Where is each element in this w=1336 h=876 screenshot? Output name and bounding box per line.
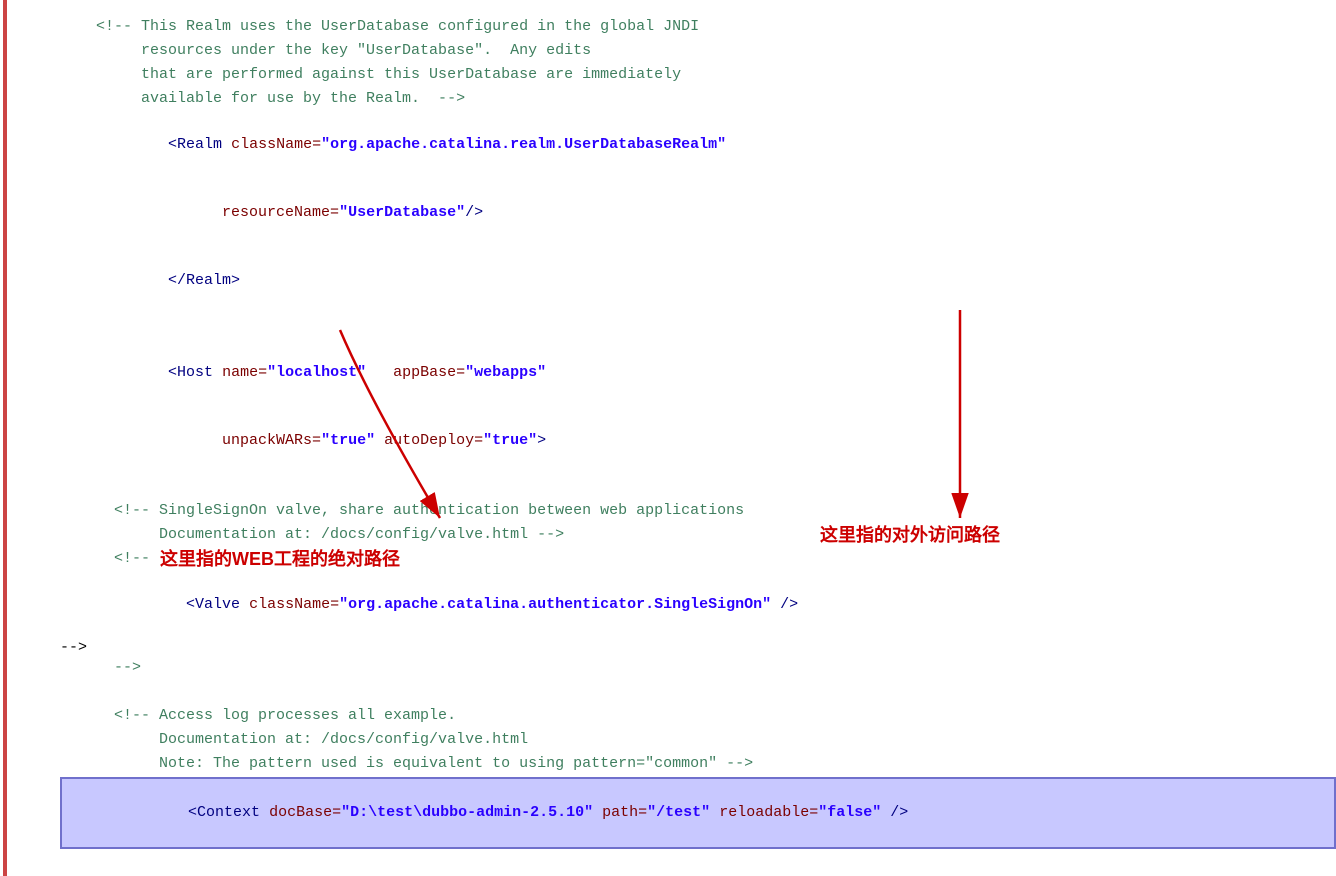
context-line-content: <Context docBase="D:\test\dubbo-admin-2.… <box>62 780 1334 846</box>
code-line: <!-- Access log processes all example. <box>60 704 1336 728</box>
line-content: <Host name="localhost" appBase="webapps" <box>60 340 1336 406</box>
code-line: available for use by the Realm. --> <box>60 87 1336 111</box>
code-line: that are performed against this UserData… <box>60 63 1336 87</box>
code-line <box>60 680 1336 704</box>
code-line: <!-- SingleSignOn valve, share authentic… <box>60 499 1336 523</box>
line-content <box>60 316 1336 338</box>
code-line: Note: The pattern used is equivalent to … <box>60 752 1336 776</box>
code-line: Documentation at: /docs/config/valve.htm… <box>60 523 1336 547</box>
code-line: <!-- 这里指的WEB工程的绝对路径 <box>60 547 1336 571</box>
line-content: resourceName="UserDatabase"/> <box>60 180 1336 246</box>
annotation-left-text: 这里指的WEB工程的绝对路径 <box>160 545 400 571</box>
line-content: Documentation at: /docs/config/valve.htm… <box>60 524 1336 546</box>
code-line: resourceName="UserDatabase"/> <box>60 179 1336 247</box>
highlighted-context-line: <Context docBase="D:\test\dubbo-admin-2.… <box>60 777 1336 849</box>
line-content: --> <box>60 657 1336 679</box>
line-content: <Valve className="org.apache.catalina.va… <box>60 851 1336 876</box>
line-content: Documentation at: /docs/config/valve.htm… <box>60 729 1336 751</box>
line-content: available for use by the Realm. --> <box>60 88 1336 110</box>
line-content: <Valve className="org.apache.catalina.au… <box>60 572 1336 638</box>
code-line: unpackWARs="true" autoDeploy="true"> <box>60 407 1336 475</box>
annotation-right-text: 这里指的对外访问路径 <box>820 521 1000 547</box>
line-content <box>60 476 1336 498</box>
line-content: that are performed against this UserData… <box>60 64 1336 86</box>
code-line: resources under the key "UserDatabase". … <box>60 39 1336 63</box>
code-editor: <!-- This Realm uses the UserDatabase co… <box>0 0 1336 876</box>
code-line: Documentation at: /docs/config/valve.htm… <box>60 728 1336 752</box>
line-content: <Realm className="org.apache.catalina.re… <box>60 112 1336 178</box>
line-content: <!-- This Realm uses the UserDatabase co… <box>60 16 1336 38</box>
line-content: <!-- SingleSignOn valve, share authentic… <box>60 500 1336 522</box>
line-content: <!-- Access log processes all example. <box>60 705 1336 727</box>
code-line: --> <box>60 656 1336 680</box>
code-line: <Valve className="org.apache.catalina.va… <box>60 850 1336 876</box>
code-line: <Realm className="org.apache.catalina.re… <box>60 111 1336 179</box>
line-content <box>60 681 1336 703</box>
code-line: <Valve className="org.apache.catalina.au… <box>60 571 1336 639</box>
line-content: </Realm> <box>60 248 1336 314</box>
code-line <box>60 475 1336 499</box>
code-line: <Host name="localhost" appBase="webapps" <box>60 339 1336 407</box>
code-line: </Realm> <box>60 247 1336 315</box>
code-line: <!-- This Realm uses the UserDatabase co… <box>60 15 1336 39</box>
line-content: unpackWARs="true" autoDeploy="true"> <box>60 408 1336 474</box>
line-content: resources under the key "UserDatabase". … <box>60 40 1336 62</box>
code-line <box>60 315 1336 339</box>
line-content: Note: The pattern used is equivalent to … <box>60 753 1336 775</box>
